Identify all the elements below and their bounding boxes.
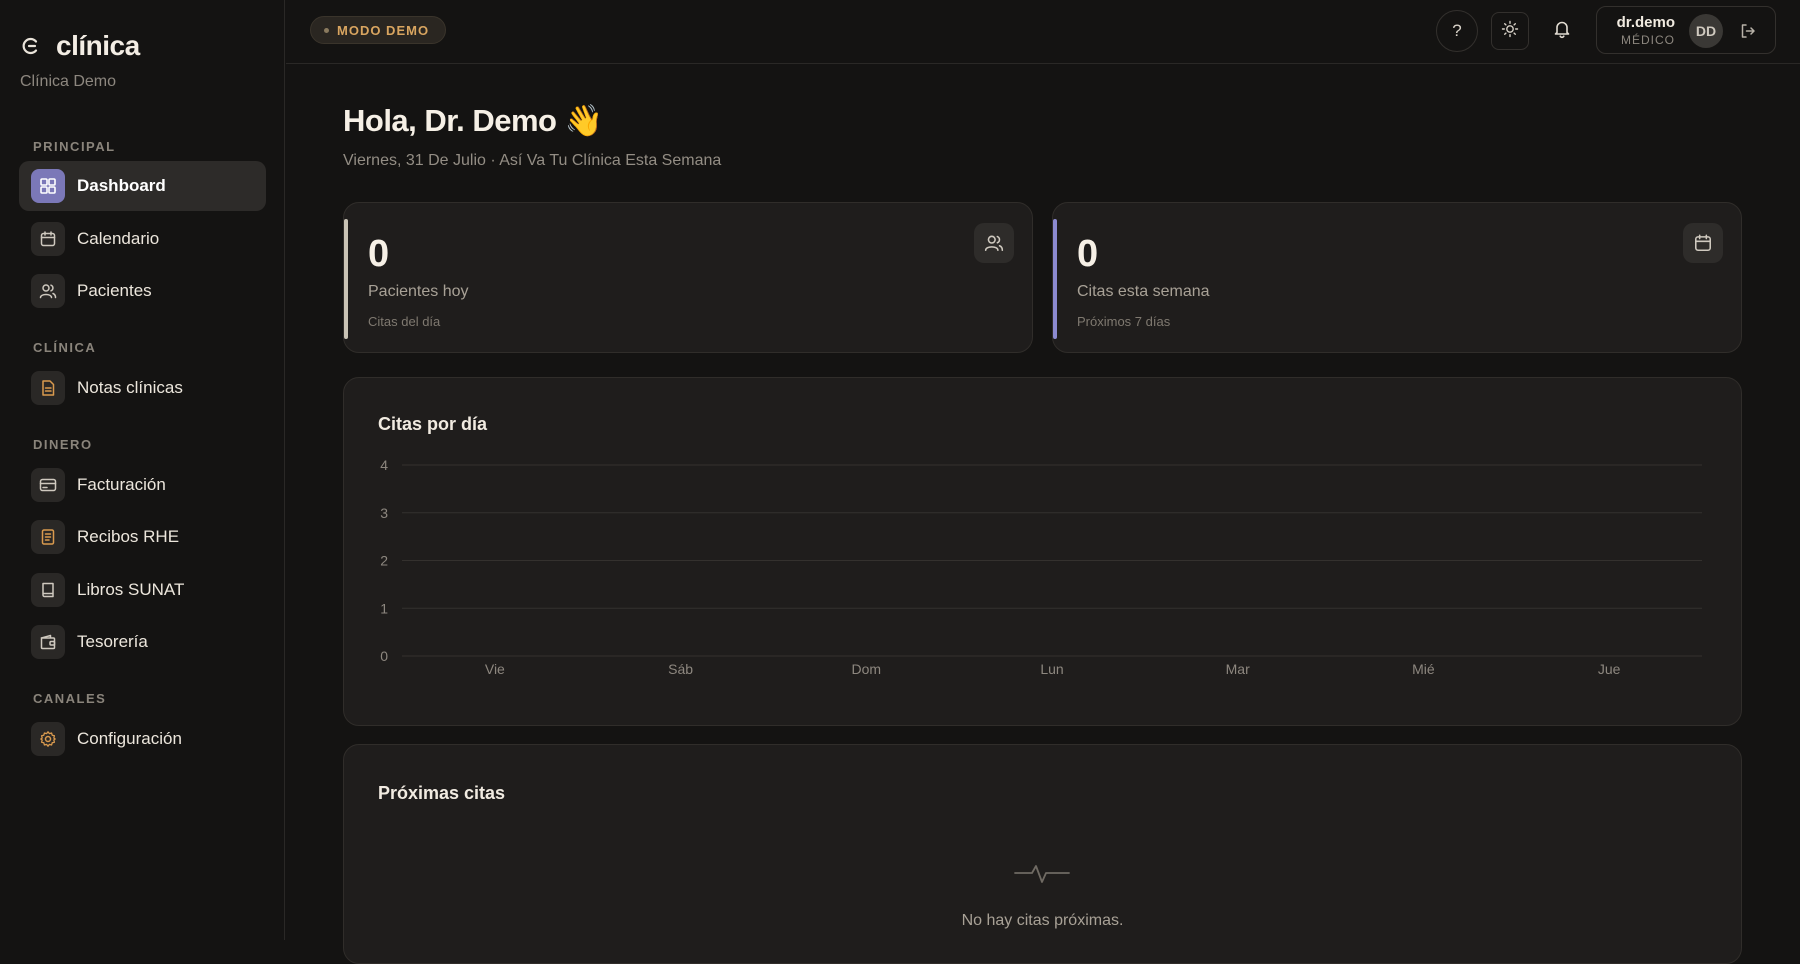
chart-panel: Citas por día 0 1 2 3 4 Vie Sáb Dom Lun Mar Mié Jue xyxy=(343,377,1742,726)
book-icon xyxy=(31,573,65,607)
avatar[interactable]: DD xyxy=(1689,14,1723,48)
user-role: MÉDICO xyxy=(1621,33,1675,47)
sidebar-item-label: Calendario xyxy=(77,229,160,248)
gear-icon xyxy=(31,722,65,756)
page-subtitle: Viernes, 31 De Julio · Así Va Tu Clínica… xyxy=(343,152,722,169)
app-root: clínica Clínica Demo PRINCIPAL Dashboard… xyxy=(0,0,1800,964)
stat-label: Citas esta semana xyxy=(1077,283,1210,300)
stat-sublabel: Próximos 7 días xyxy=(1077,314,1171,329)
help-icon: ? xyxy=(1452,21,1462,40)
x-tick-label: Jue xyxy=(1598,661,1621,677)
section-label-principal: PRINCIPAL xyxy=(33,139,116,154)
sun-icon xyxy=(1501,20,1519,43)
brand[interactable]: clínica xyxy=(20,30,140,62)
topbar: MODO DEMO ? dr.demo MÉDICO DD xyxy=(286,0,1800,64)
section-label-clinica: CLÍNICA xyxy=(33,340,97,355)
users-icon xyxy=(974,223,1014,263)
receipt-icon xyxy=(31,520,65,554)
sidebar-item-label: Libros SUNAT xyxy=(77,580,185,599)
x-tick-label: Sáb xyxy=(668,661,693,677)
sidebar-item-notas-clinicas[interactable]: Notas clínicas xyxy=(19,363,266,413)
sidebar-item-label: Facturación xyxy=(77,475,166,494)
demo-mode-badge: MODO DEMO xyxy=(310,16,447,44)
y-tick-label: 4 xyxy=(380,457,388,473)
sidebar-item-label: Recibos RHE xyxy=(77,527,180,546)
stat-value: 0 xyxy=(368,233,390,275)
help-button[interactable]: ? xyxy=(1436,10,1478,52)
status-dot xyxy=(324,28,329,33)
user-menu[interactable]: dr.demo MÉDICO DD xyxy=(1596,6,1776,54)
logout-icon[interactable] xyxy=(1737,20,1759,42)
user-name: dr.demo xyxy=(1616,14,1675,31)
credit-card-icon xyxy=(31,468,65,502)
appointments-per-day-chart: 0 1 2 3 4 Vie Sáb Dom Lun Mar Mié Jue xyxy=(380,457,1702,677)
y-tick-label: 0 xyxy=(380,648,388,664)
sidebar: clínica Clínica Demo PRINCIPAL Dashboard… xyxy=(0,0,285,940)
stat-accent-bar xyxy=(1053,219,1057,339)
y-tick-label: 1 xyxy=(380,600,388,616)
brand-logo-icon xyxy=(20,35,42,57)
users-icon xyxy=(31,274,65,308)
bell-icon xyxy=(1552,19,1572,44)
document-icon xyxy=(31,371,65,405)
x-tick-label: Mié xyxy=(1412,661,1435,677)
sidebar-item-pacientes[interactable]: Pacientes xyxy=(19,266,266,316)
stat-label: Pacientes hoy xyxy=(368,283,469,300)
y-tick-label: 2 xyxy=(380,553,388,569)
section-label-dinero: DINERO xyxy=(33,437,93,452)
clinic-name: Clínica Demo xyxy=(20,73,117,90)
theme-toggle-button[interactable] xyxy=(1491,12,1529,50)
sidebar-item-recibos-rhe[interactable]: Recibos RHE xyxy=(19,512,266,562)
stat-card-citas-semana[interactable]: 0 Citas esta semana Próximos 7 días xyxy=(1052,202,1742,353)
stat-card-pacientes-hoy[interactable]: 0 Pacientes hoy Citas del día xyxy=(343,202,1033,353)
sidebar-item-label: Tesorería xyxy=(77,632,148,651)
stat-value: 0 xyxy=(1077,233,1099,275)
x-tick-label: Vie xyxy=(485,661,505,677)
sidebar-item-label: Pacientes xyxy=(77,281,152,300)
calendar-icon xyxy=(31,222,65,256)
empty-state-text: No hay citas próximas. xyxy=(961,912,1124,929)
page-title: Hola, Dr. Demo 👋 xyxy=(343,103,603,138)
brand-title: clínica xyxy=(56,30,140,61)
sidebar-item-configuracion[interactable]: Configuración xyxy=(19,714,266,764)
wallet-icon xyxy=(31,625,65,659)
upcoming-appointments-panel: Próximas citas No hay citas próximas. xyxy=(343,744,1742,964)
section-label-canales: CANALES xyxy=(33,691,107,706)
sidebar-item-libros-sunat[interactable]: Libros SUNAT xyxy=(19,565,266,615)
stat-sublabel: Citas del día xyxy=(368,314,441,329)
y-tick-label: 3 xyxy=(380,505,388,521)
calendar-icon xyxy=(1683,223,1723,263)
dashboard-icon xyxy=(31,169,65,203)
sidebar-item-label: Notas clínicas xyxy=(77,378,183,397)
sidebar-item-label: Configuración xyxy=(77,729,182,748)
sidebar-item-calendario[interactable]: Calendario xyxy=(19,214,266,264)
x-tick-label: Mar xyxy=(1226,661,1250,677)
stat-accent-bar xyxy=(344,219,348,339)
activity-icon xyxy=(1014,860,1070,891)
sidebar-item-tesoreria[interactable]: Tesorería xyxy=(19,617,266,667)
notifications-button[interactable] xyxy=(1541,10,1583,52)
sidebar-item-facturacion[interactable]: Facturación xyxy=(19,460,266,510)
panel-title: Próximas citas xyxy=(378,783,506,803)
x-tick-label: Dom xyxy=(852,661,882,677)
x-tick-label: Lun xyxy=(1040,661,1063,677)
sidebar-item-label: Dashboard xyxy=(77,176,166,195)
demo-mode-label: MODO DEMO xyxy=(337,22,430,38)
sidebar-item-dashboard[interactable]: Dashboard xyxy=(19,161,266,211)
